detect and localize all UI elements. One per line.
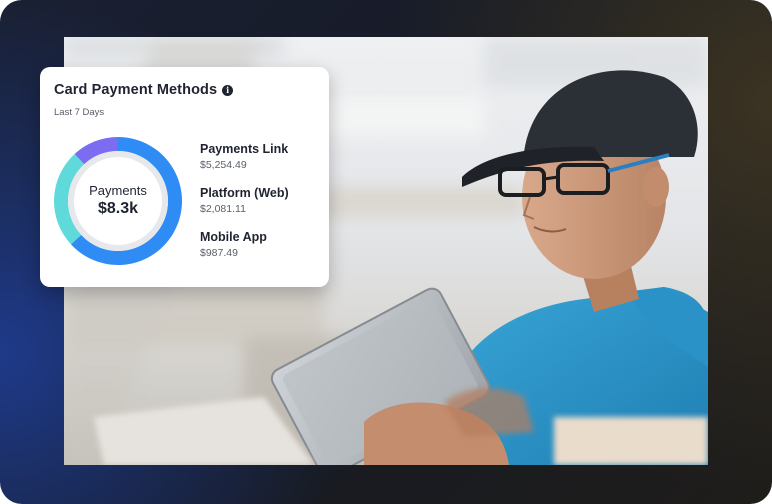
info-icon[interactable]: i	[222, 84, 234, 96]
card-title: Card Payment Methods	[54, 82, 218, 98]
donut-center-label: Payments	[89, 183, 147, 198]
legend-name: Platform (Web)	[200, 186, 289, 200]
legend-amount: $2,081.11	[200, 203, 246, 215]
donut-center: Payments $8.3k	[53, 136, 183, 266]
hero-frame: Card Payment Methods i Last 7 Days Payme…	[0, 0, 772, 504]
legend-item-mobile-app: Mobile App $987.49	[200, 230, 289, 274]
legend-item-platform-web: Platform (Web) $2,081.11	[200, 186, 289, 230]
legend-name: Payments Link	[200, 142, 289, 156]
card-header: Card Payment Methods i	[54, 82, 234, 98]
legend-name: Mobile App	[200, 230, 267, 244]
donut-center-value: $8.3k	[97, 200, 139, 217]
legend-item-payments-link: Payments Link $5,254.49	[200, 142, 289, 186]
card-payment-methods: Card Payment Methods i Last 7 Days Payme…	[40, 67, 329, 287]
legend-amount: $5,254.49	[200, 159, 247, 171]
date-range-label: Last 7 Days	[54, 107, 105, 118]
legend-amount: $987.49	[200, 247, 238, 259]
payment-method-list: Payments Link $5,254.49 Platform (Web) $…	[200, 142, 289, 274]
